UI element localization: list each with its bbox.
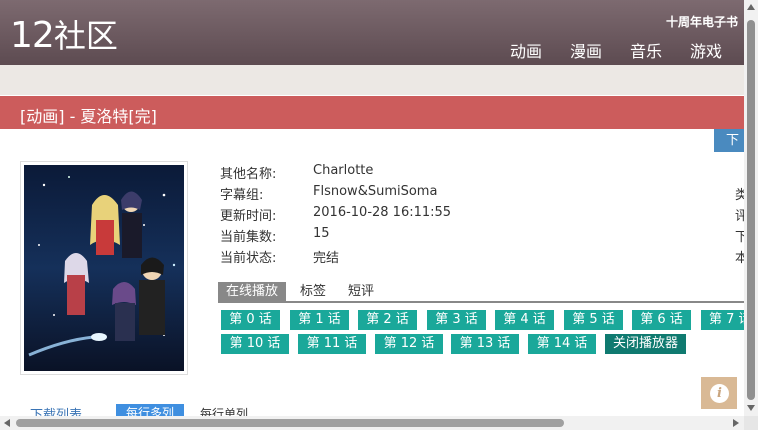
close-player-button[interactable]: 关闭播放器 — [605, 334, 686, 354]
episode-button[interactable]: 第 6 话 — [632, 310, 691, 330]
nav-anime[interactable]: 动画 — [510, 38, 542, 62]
info-key: 更新时间: — [220, 209, 277, 224]
horizontal-scroll-thumb[interactable] — [16, 419, 564, 427]
episode-button[interactable]: 第 0 话 — [221, 310, 280, 330]
sub-header-band — [0, 65, 744, 95]
main-nav: 动画 漫画 音乐 游戏 — [510, 38, 722, 62]
nav-game[interactable]: 游戏 — [690, 38, 722, 62]
episode-button[interactable]: 第 1 话 — [290, 310, 349, 330]
info-value: 完结 — [313, 251, 340, 266]
download-button[interactable]: 下 — [714, 129, 744, 152]
vertical-scroll-thumb[interactable] — [747, 20, 755, 400]
episode-button[interactable]: 第 13 话 — [451, 334, 519, 354]
episode-button[interactable]: 第 14 话 — [528, 334, 596, 354]
info-row-updated: 更新时间: 2016-10-28 16:11:55 — [220, 205, 451, 226]
episode-button[interactable]: 第 2 话 — [358, 310, 417, 330]
info-value: 2016-10-28 16:11:55 — [313, 205, 452, 220]
anime-info: 其他名称: Charlotte 字幕组: Flsnow&SumiSoma 更新时… — [220, 163, 451, 268]
episode-button[interactable]: 第 12 话 — [375, 334, 443, 354]
episode-button[interactable]: 第 11 话 — [298, 334, 366, 354]
scroll-up-icon[interactable] — [747, 4, 755, 10]
scroll-right-icon[interactable] — [733, 419, 739, 427]
tab-tags[interactable]: 标签 — [292, 282, 334, 301]
logo-number: 12 — [10, 15, 55, 56]
scroll-left-icon[interactable] — [4, 419, 10, 427]
info-value: 15 — [313, 226, 330, 241]
scroll-down-icon[interactable] — [747, 405, 755, 411]
episode-button[interactable]: 第 4 话 — [495, 310, 554, 330]
episode-button[interactable]: 第 10 话 — [221, 334, 289, 354]
tab-online-play[interactable]: 在线播放 — [218, 282, 287, 301]
info-row-alias: 其他名称: Charlotte — [220, 163, 451, 184]
info-key: 字幕组: — [220, 188, 264, 203]
nav-comic[interactable]: 漫画 — [570, 38, 602, 62]
info-icon: i — [710, 384, 729, 403]
info-key: 当前集数: — [220, 230, 277, 245]
episode-button[interactable]: 第 5 话 — [564, 310, 623, 330]
info-value: Flsnow&SumiSoma — [313, 184, 438, 199]
info-key: 当前状态: — [220, 251, 277, 266]
info-row-subgroup: 字幕组: Flsnow&SumiSoma — [220, 184, 451, 205]
content-tabs: 在线播放 标签 短评 — [218, 282, 744, 303]
scrollbar-corner — [744, 416, 758, 430]
anniversary-ebook-link[interactable]: 十周年电子书 — [666, 13, 738, 30]
logo-text: 社区 — [53, 17, 118, 55]
site-header: 12社区 十周年电子书 动画 漫画 音乐 游戏 — [0, 0, 744, 65]
site-logo[interactable]: 12社区 — [10, 14, 118, 58]
anime-poster — [24, 165, 184, 371]
episode-button[interactable]: 第 7 话 — [701, 310, 744, 330]
nav-music[interactable]: 音乐 — [630, 38, 662, 62]
poster-frame — [20, 161, 188, 375]
tab-short-review[interactable]: 短评 — [340, 282, 382, 301]
info-key: 其他名称: — [220, 167, 277, 182]
info-value: Charlotte — [313, 163, 374, 178]
info-row-status: 当前状态: 完结 — [220, 247, 451, 268]
episode-button[interactable]: 第 3 话 — [427, 310, 486, 330]
info-button[interactable]: i — [701, 377, 737, 409]
info-row-episodes: 当前集数: 15 — [220, 226, 451, 247]
page-title: [动画] - 夏洛特[完] — [20, 107, 157, 126]
title-bar: [动画] - 夏洛特[完] — [0, 96, 744, 129]
